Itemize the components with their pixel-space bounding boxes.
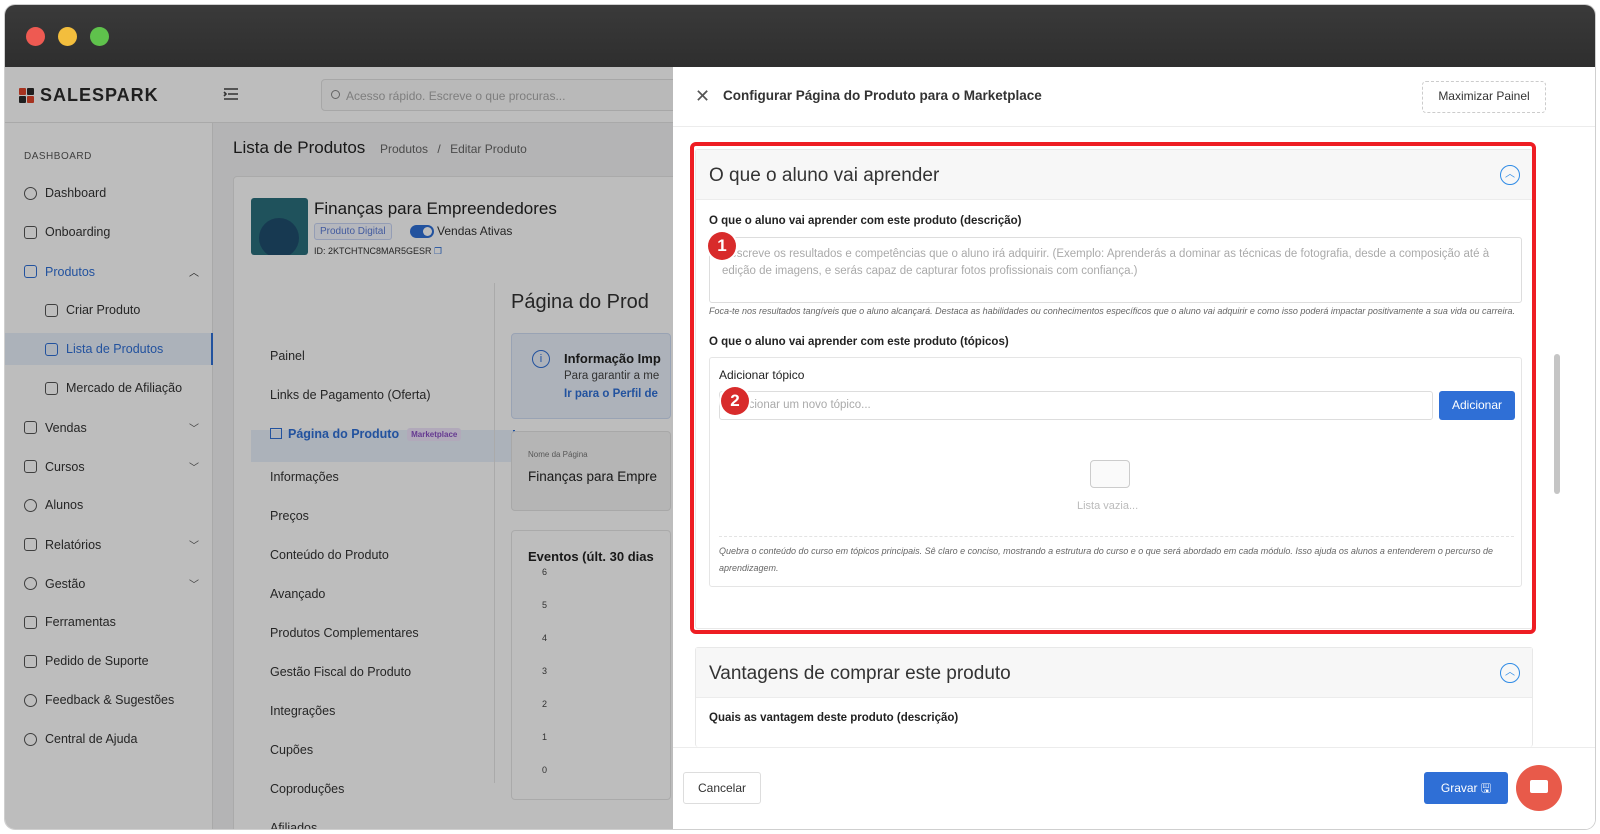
modal-overlay[interactable]	[5, 67, 673, 829]
maximize-panel-button[interactable]: Maximizar Painel	[1422, 81, 1546, 113]
save-button[interactable]: Gravar 🖫	[1424, 772, 1508, 804]
advantages-section-header[interactable]: Vantagens de comprar este produto ︿	[696, 648, 1532, 698]
maximize-window-button[interactable]	[90, 27, 109, 46]
chevron-up-icon[interactable]: ︿	[1500, 663, 1520, 683]
advantages-section: Vantagens de comprar este produto ︿ Quai…	[695, 647, 1533, 747]
chat-icon	[1530, 780, 1548, 793]
app: SALESPARK Acesso rápido. Escreve o que p…	[5, 67, 1595, 829]
cancel-button[interactable]: Cancelar	[683, 772, 761, 804]
chat-widget-button[interactable]	[1516, 765, 1562, 811]
save-icon: 🖫	[1480, 781, 1492, 795]
step-marker-2: 2	[721, 387, 749, 415]
config-panel: ✕ Configurar Página do Produto para o Ma…	[673, 67, 1595, 829]
panel-title: Configurar Página do Produto para o Mark…	[723, 88, 1042, 103]
step-marker-1: 1	[708, 232, 736, 260]
window-titlebar	[5, 5, 1595, 67]
advantages-description-label: Quais as vantagem deste produto (descriç…	[709, 712, 959, 724]
minimize-window-button[interactable]	[58, 27, 77, 46]
panel-footer: Cancelar Gravar 🖫	[673, 747, 1595, 829]
panel-scrollbar[interactable]	[1551, 129, 1563, 745]
scrollbar-thumb[interactable]	[1554, 354, 1560, 494]
advantages-section-title: Vantagens de comprar este produto	[709, 663, 1011, 684]
highlight-box	[690, 142, 1536, 634]
close-icon[interactable]: ✕	[695, 86, 710, 107]
browser-window: SALESPARK Acesso rápido. Escreve o que p…	[5, 5, 1595, 829]
panel-header: ✕ Configurar Página do Produto para o Ma…	[673, 67, 1595, 127]
close-window-button[interactable]	[26, 27, 45, 46]
save-button-label: Gravar	[1440, 781, 1478, 795]
